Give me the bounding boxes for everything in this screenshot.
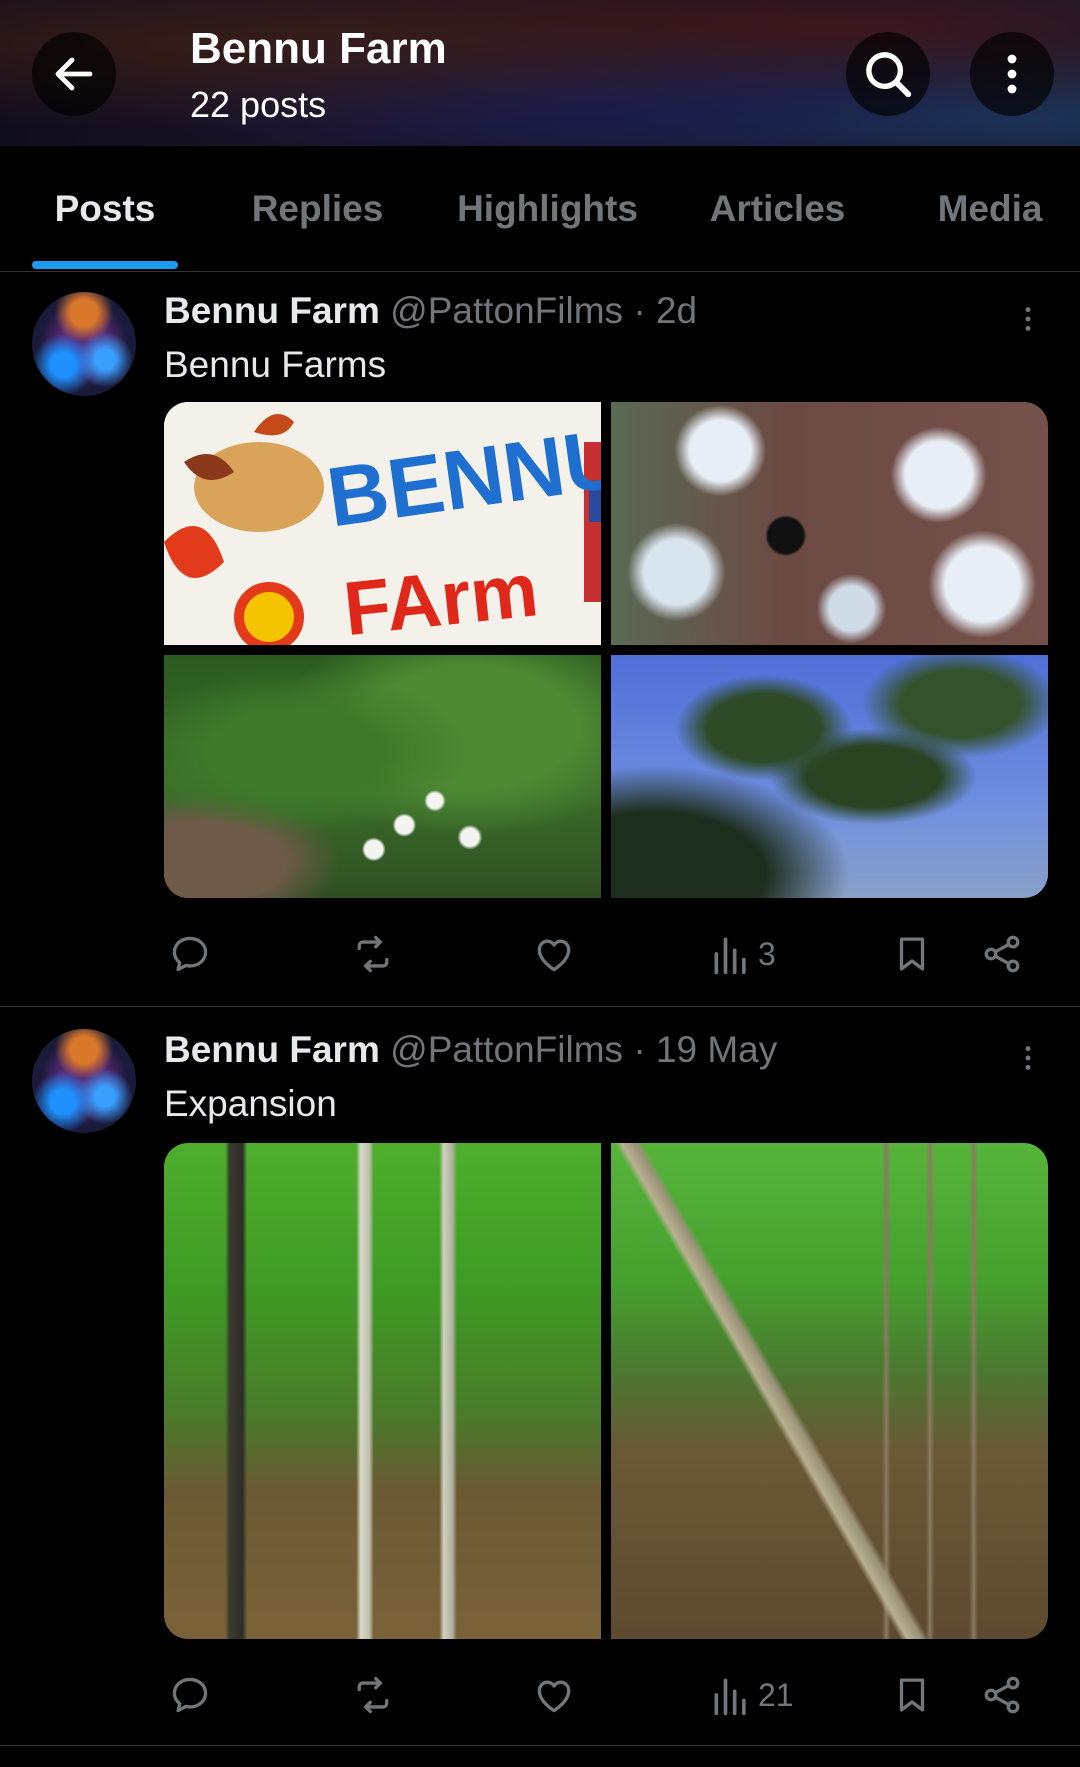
share-icon [984, 1676, 1020, 1714]
forest-clearing-fence-image[interactable] [611, 1143, 1048, 1639]
bookmark-button[interactable] [891, 924, 933, 984]
bookmark-icon [899, 1678, 925, 1712]
plant-against-sky-image[interactable] [611, 655, 1048, 898]
profile-header: Bennu Farm 22 posts [0, 0, 1080, 146]
post-header: Bennu Farm @PattonFilms · 2d [164, 290, 697, 332]
like-button[interactable] [532, 1665, 576, 1725]
post-text: Expansion [164, 1083, 337, 1124]
profile-title: Bennu Farm [190, 24, 447, 73]
author-name[interactable]: Bennu Farm [164, 290, 380, 331]
sign-drawing: BENNU FArm [164, 402, 630, 652]
reply-icon [172, 936, 208, 972]
repost-icon [357, 1676, 389, 1714]
forest-floor-image[interactable] [164, 1143, 601, 1639]
tab-media[interactable]: Media [920, 146, 1060, 272]
view-count: 3 [758, 935, 776, 972]
tab-articles[interactable]: Articles [690, 146, 865, 272]
reply-button[interactable] [168, 924, 212, 984]
author-handle-time: @PattonFilms · 19 May [390, 1029, 778, 1070]
view-count: 21 [758, 1676, 794, 1713]
post-count: 22 posts [190, 84, 327, 125]
heart-icon [537, 1680, 571, 1713]
bookmark-icon [899, 937, 925, 971]
repost-button[interactable] [350, 924, 396, 984]
share-icon [984, 935, 1020, 973]
share-button[interactable] [980, 1665, 1024, 1725]
share-button[interactable] [980, 924, 1024, 984]
bar-chart-icon [714, 1678, 746, 1716]
profile-tabs: Posts Replies Highlights Articles Media [0, 146, 1080, 272]
vertical-dots-icon [1025, 307, 1031, 331]
views-button[interactable]: 3 [712, 924, 776, 984]
media-grid: BENNU FArm [164, 402, 1048, 898]
author-name[interactable]: Bennu Farm [164, 1029, 380, 1070]
post-divider [0, 1745, 1080, 1746]
reply-icon [172, 1677, 208, 1713]
post-card[interactable]: Bennu Farm @PattonFilms · 2d Bennu Farms… [0, 272, 1080, 1006]
back-button[interactable] [32, 32, 116, 116]
post-text: Bennu Farms [164, 344, 387, 385]
heart-icon [537, 939, 571, 972]
arrow-left-icon [55, 57, 93, 91]
vertical-dots-icon [1025, 1046, 1031, 1070]
avatar[interactable] [32, 1029, 136, 1133]
bookmark-button[interactable] [891, 1665, 933, 1725]
bar-chart-icon [714, 937, 746, 975]
post-header: Bennu Farm @PattonFilms · 19 May [164, 1029, 777, 1071]
author-handle-time: @PattonFilms · 2d [390, 290, 698, 331]
avatar[interactable] [32, 292, 136, 396]
post-card[interactable]: Bennu Farm @PattonFilms · 19 May Expansi… [0, 1007, 1080, 1747]
vertical-dots-icon [1007, 54, 1017, 94]
search-button[interactable] [846, 32, 930, 116]
repost-button[interactable] [350, 1665, 396, 1725]
post-more-button[interactable] [1010, 294, 1046, 344]
views-button[interactable]: 21 [712, 1665, 794, 1725]
more-options-button[interactable] [970, 32, 1054, 116]
media-grid [164, 1143, 1048, 1639]
green-plants-image[interactable] [164, 655, 601, 898]
like-button[interactable] [532, 924, 576, 984]
search-icon [866, 52, 912, 98]
tab-replies[interactable]: Replies [230, 146, 405, 272]
repost-icon [357, 935, 389, 973]
active-tab-indicator [32, 261, 178, 269]
tab-highlights[interactable]: Highlights [445, 146, 650, 272]
tab-posts[interactable]: Posts [30, 146, 180, 272]
post-more-button[interactable] [1010, 1033, 1046, 1083]
reply-button[interactable] [168, 1665, 212, 1725]
bee-on-flowers-image[interactable] [611, 402, 1048, 645]
bennu-farm-sign-image[interactable]: BENNU FArm [164, 402, 630, 652]
